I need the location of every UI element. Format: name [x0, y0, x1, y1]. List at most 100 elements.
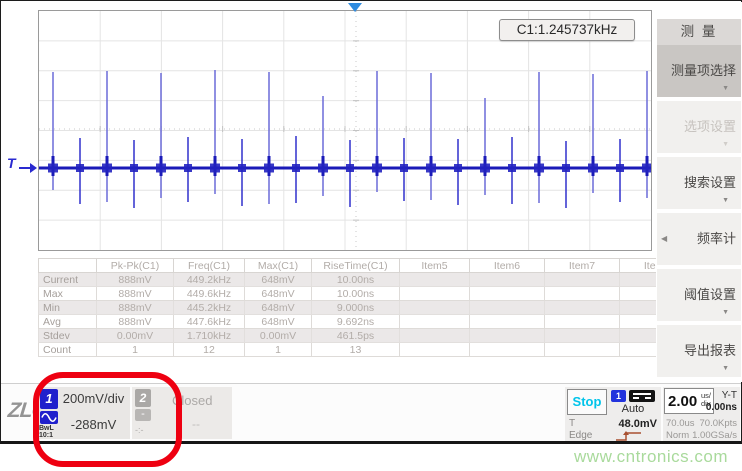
record-points: 70.0Kpts — [700, 418, 738, 429]
table-cell: 1 — [245, 343, 312, 357]
display-mode: Y-T — [722, 390, 737, 401]
table-cell — [620, 329, 657, 343]
trigger-type-row: Edge — [569, 430, 657, 441]
freq-readout: C1:1.245737kHz — [499, 19, 635, 41]
channel1-block[interactable]: 1 BwL 10:1 200mV/div -288mV — [37, 387, 130, 439]
table-cell — [470, 329, 545, 343]
table-cell: 648mV — [245, 301, 312, 315]
table-cell: 1 — [97, 343, 174, 357]
sidebar: 测 量 测量项选择▼选项设置▼搜索设置▼◀频率计阈值设置▼导出报表▼ — [657, 2, 742, 382]
trigger-level-value: 48.0mV — [618, 418, 657, 430]
dropdown-caret-icon: ▼ — [722, 141, 729, 148]
sidebar-items: 测量项选择▼选项设置▼搜索设置▼◀频率计阈值设置▼导出报表▼ — [657, 45, 741, 381]
trigger-level-key: T — [569, 418, 575, 429]
dropdown-caret-icon: ▼ — [722, 365, 729, 372]
table-header-cell: Item8 — [620, 259, 657, 273]
channel1-offset: -288mV — [61, 417, 126, 432]
table-cell: 648mV — [245, 315, 312, 329]
sidebar-item-2[interactable]: 选项设置▼ — [657, 101, 741, 153]
table-cell — [470, 287, 545, 301]
table-header-row: Pk-Pk(C1)Freq(C1)Max(C1)RiseTime(C1)Item… — [39, 259, 657, 273]
table-row-label: Count — [39, 343, 97, 357]
table-cell: 447.6kHz — [174, 315, 245, 329]
table-cell: 449.6kHz — [174, 287, 245, 301]
table-cell — [545, 301, 620, 315]
window-length: 70.0us — [666, 418, 695, 429]
trigger-position-marker-icon[interactable] — [348, 3, 362, 12]
table-cell: 648mV — [245, 273, 312, 287]
channel1-badge: 1 — [40, 389, 58, 409]
table-cell: 13 — [312, 343, 400, 357]
dropdown-caret-icon: ▼ — [722, 309, 729, 316]
sidebar-item-4[interactable]: ◀频率计 — [657, 213, 741, 265]
dropdown-caret-icon: ▼ — [722, 85, 729, 92]
rising-edge-icon — [615, 430, 643, 442]
table-row: Count112113 — [39, 343, 657, 357]
timebase-scale: 2.00 — [668, 393, 697, 410]
waveform-svg — [39, 11, 651, 250]
table-row-label: Avg — [39, 315, 97, 329]
trigger-level-row: T 48.0mV — [569, 418, 657, 429]
sidebar-item-label: 搜索设置 — [652, 172, 736, 191]
channel1-probe-label: BwL 10:1 — [39, 426, 54, 439]
table-header-cell: Item6 — [470, 259, 545, 273]
page: C1:1.245737kHz T Pk-Pk(C1)Freq(C1)Max(C1… — [0, 0, 742, 471]
table-cell — [470, 301, 545, 315]
table-cell: 445.2kHz — [174, 301, 245, 315]
sample-rate-row: Norm 1.00GSa/s — [666, 430, 737, 441]
channel2-dash: -- — [192, 417, 200, 431]
table-cell — [545, 343, 620, 357]
table-cell — [620, 343, 657, 357]
waveform-plot[interactable]: C1:1.245737kHz — [38, 10, 652, 251]
table-row: Avg888mV447.6kHz648mV9.692ns — [39, 315, 657, 329]
channel2-coupling-icon: - — [135, 409, 151, 421]
sidebar-item-1[interactable]: 测量项选择▼ — [657, 45, 741, 97]
table-cell — [545, 273, 620, 287]
watermark: www.cntronics.com — [574, 447, 728, 467]
measurement-table-wrap: Pk-Pk(C1)Freq(C1)Max(C1)RiseTime(C1)Item… — [38, 258, 656, 358]
table-cell: 12 — [174, 343, 245, 357]
table-cell — [400, 273, 470, 287]
table-cell — [545, 315, 620, 329]
channel1-ac-coupling-icon — [40, 411, 58, 424]
table-cell — [470, 273, 545, 287]
trigger-level-marker[interactable]: T — [5, 155, 37, 179]
run-state-button[interactable]: Stop — [567, 389, 607, 415]
table-row-label: Min — [39, 301, 97, 315]
table-header-cell: Max(C1) — [245, 259, 312, 273]
channel2-status: Closed — [172, 393, 212, 408]
table-header-cell: Item5 — [400, 259, 470, 273]
table-cell: 888mV — [97, 301, 174, 315]
table-row-label: Stdev — [39, 329, 97, 343]
table-cell: 0.00mV — [97, 329, 174, 343]
table-cell: 10.00ns — [312, 287, 400, 301]
sidebar-item-label: 选项设置 — [652, 116, 736, 135]
table-header-cell: Freq(C1) — [174, 259, 245, 273]
channel2-badge: 2 — [135, 389, 151, 407]
channel2-block[interactable]: 2 - -:- Closed -- — [132, 387, 232, 439]
timebase-panel: 2.00 us/ div Y-T 0.00ns 70.0us 70.0Kpts … — [663, 387, 740, 441]
dc-coupling-icon — [629, 390, 655, 402]
trigger-panel: Stop 1 Auto T 48.0mV Edge — [565, 387, 661, 441]
sidebar-item-5[interactable]: 阈值设置▼ — [657, 269, 741, 321]
acquisition-mode: Norm — [666, 430, 689, 441]
sidebar-item-6[interactable]: 导出报表▼ — [657, 325, 741, 377]
table-cell — [470, 315, 545, 329]
table-cell: 10.00ns — [312, 273, 400, 287]
sidebar-item-3[interactable]: 搜索设置▼ — [657, 157, 741, 209]
sample-rate: 1.00GSa/s — [692, 430, 737, 441]
table-row: Stdev0.00mV1.710kHz0.00mV461.5ps — [39, 329, 657, 343]
trigger-level-line-icon — [19, 167, 30, 169]
trigger-level-arrow-icon — [30, 163, 37, 173]
table-cell: 449.2kHz — [174, 273, 245, 287]
table-row: Min888mV445.2kHz648mV9.000ns — [39, 301, 657, 315]
sidebar-item-label: 测量项选择 — [652, 60, 736, 79]
table-cell — [400, 287, 470, 301]
trigger-delay: 0.00ns — [706, 402, 737, 413]
table-cell — [620, 287, 657, 301]
table-cell: 888mV — [97, 273, 174, 287]
table-header-cell — [39, 259, 97, 273]
table-cell — [620, 301, 657, 315]
table-cell: 9.692ns — [312, 315, 400, 329]
table-header-cell: Item7 — [545, 259, 620, 273]
